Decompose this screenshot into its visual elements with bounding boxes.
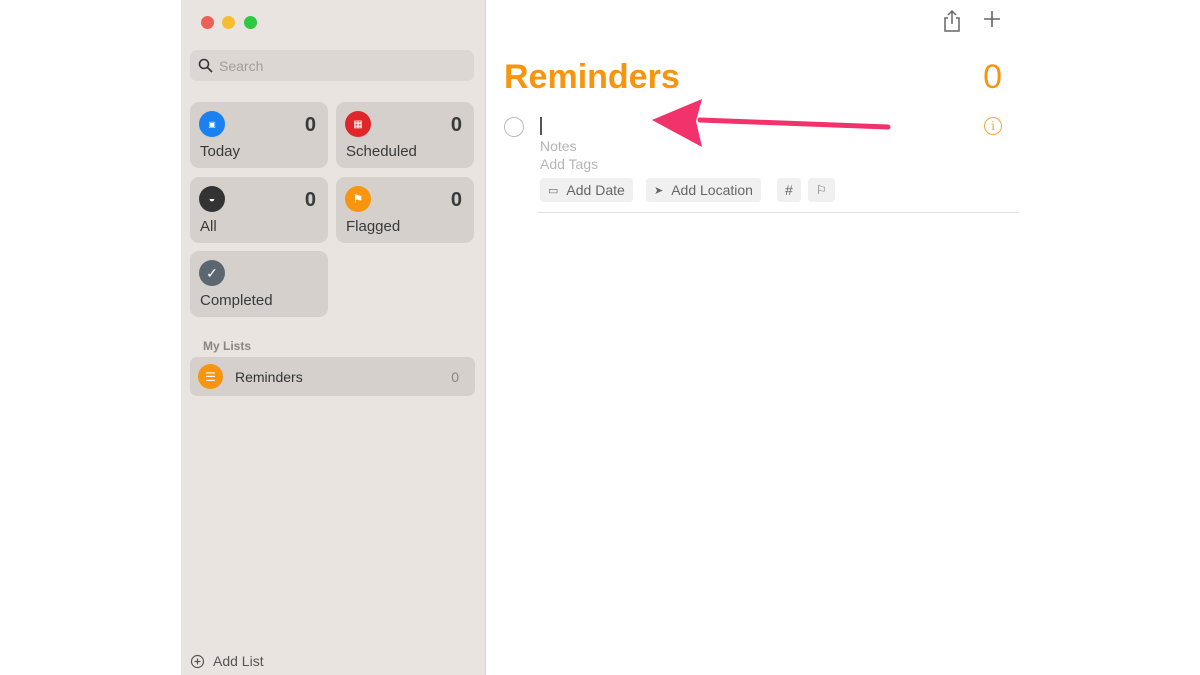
add-location-button[interactable]: ➤ Add Location: [646, 178, 761, 202]
sidebar: Search ▣ 0 Today ▦ 0 Scheduled ◒ 0 All ⚑…: [181, 0, 486, 675]
info-icon[interactable]: i: [984, 117, 1002, 135]
search-input[interactable]: Search: [190, 50, 474, 81]
share-icon: [944, 9, 960, 32]
list-icon: ☰: [198, 364, 223, 389]
list-item-reminders[interactable]: ☰ Reminders 0: [190, 357, 475, 396]
list-count-large: 0: [983, 58, 1002, 96]
list-title: Reminders: [504, 58, 680, 96]
zoom-button[interactable]: [244, 16, 257, 29]
add-tag-button[interactable]: #: [777, 178, 801, 202]
smart-list-flagged[interactable]: ⚑ 0 Flagged: [336, 177, 474, 243]
smart-list-scheduled[interactable]: ▦ 0 Scheduled: [336, 102, 474, 168]
share-button[interactable]: [942, 9, 962, 40]
list-name: Reminders: [235, 368, 303, 385]
today-count: 0: [304, 114, 316, 136]
add-location-label: Add Location: [671, 182, 753, 198]
flag-outline-icon: ⚐: [816, 183, 827, 197]
flag-button[interactable]: ⚐: [808, 178, 835, 202]
complete-checkbox[interactable]: [504, 117, 524, 137]
search-icon: [198, 58, 213, 73]
smart-list-today[interactable]: ▣ 0 Today: [190, 102, 328, 168]
today-label: Today: [200, 143, 241, 160]
calendar-icon: ▭: [548, 184, 559, 197]
hashtag-icon: #: [785, 182, 793, 198]
completed-label: Completed: [200, 292, 273, 309]
add-date-label: Add Date: [566, 182, 625, 198]
list-count: 0: [451, 368, 459, 385]
flagged-label: Flagged: [346, 218, 401, 235]
annotation-arrow: [652, 99, 891, 147]
divider: [538, 212, 1019, 213]
plus-circle-icon: [190, 654, 205, 668]
smart-list-completed[interactable]: ✓ Completed: [190, 251, 328, 317]
tray-icon: ◒: [199, 186, 225, 212]
all-label: All: [200, 218, 217, 235]
add-reminder-button[interactable]: [983, 6, 1001, 37]
scheduled-count: 0: [450, 114, 462, 136]
tags-field[interactable]: Add Tags: [540, 156, 598, 172]
plus-icon: [984, 11, 1000, 27]
add-date-button[interactable]: ▭ Add Date: [540, 178, 633, 202]
all-count: 0: [304, 189, 316, 211]
minimize-button[interactable]: [222, 16, 235, 29]
scheduled-label: Scheduled: [346, 143, 417, 160]
calendar-icon: ▦: [345, 111, 371, 137]
add-list-button[interactable]: Add List: [190, 653, 264, 669]
flagged-count: 0: [450, 189, 462, 211]
notes-field[interactable]: Notes: [540, 138, 577, 154]
smart-list-all[interactable]: ◒ 0 All: [190, 177, 328, 243]
close-button[interactable]: [201, 16, 214, 29]
location-arrow-icon: ➤: [654, 184, 664, 197]
flag-icon: ⚑: [345, 186, 371, 212]
calendar-today-icon: ▣: [199, 111, 225, 137]
checkmark-icon: ✓: [199, 260, 225, 286]
add-list-label: Add List: [213, 653, 264, 669]
my-lists-heading: My Lists: [203, 339, 252, 353]
search-placeholder: Search: [219, 57, 264, 74]
reminder-title-input[interactable]: [540, 117, 542, 135]
